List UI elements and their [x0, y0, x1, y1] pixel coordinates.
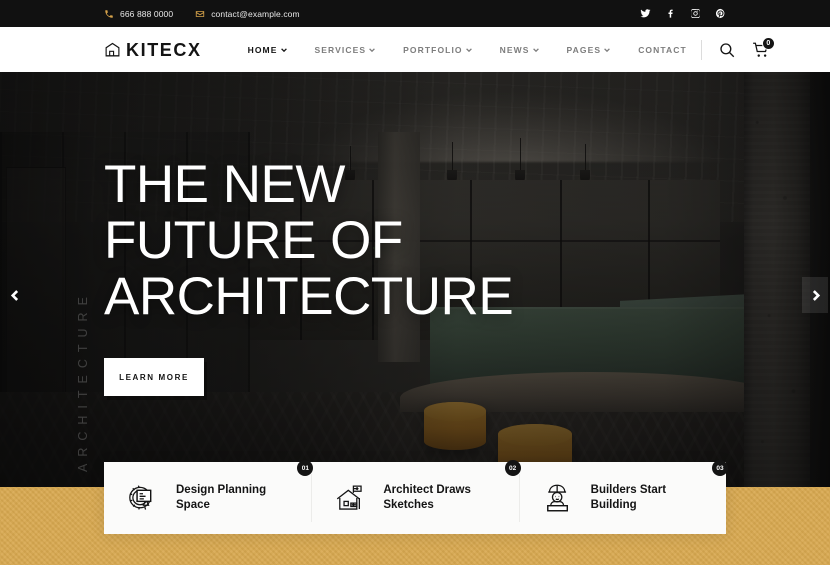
- feature-number-badge: 03: [711, 460, 728, 476]
- phone-contact[interactable]: 666 888 0000: [104, 9, 173, 19]
- house-sketch-icon: [333, 481, 371, 515]
- email-contact[interactable]: contact@example.com: [195, 8, 300, 19]
- building-house-icon: [104, 41, 121, 58]
- twitter-icon[interactable]: [640, 8, 651, 19]
- nav-label: HOME: [247, 44, 278, 55]
- primary-navigation: HOME SERVICES PORTFOLIO NEWS PAGES CONTA…: [234, 41, 701, 59]
- site-logo[interactable]: KITECX: [104, 41, 202, 59]
- landing-page: 666 888 0000 contact@example.com KITECX …: [0, 0, 830, 565]
- cart-count-badge: 0: [761, 36, 775, 50]
- hero-slider: ARCHITECTURE THE NEW FUTURE OF ARCHITECT…: [0, 72, 830, 492]
- feature-card-text: Architect Draws Sketches: [383, 483, 471, 513]
- hero-title-line-2: FUTURE OF: [104, 211, 403, 270]
- header-divider: [700, 39, 702, 60]
- top-info-bar: 666 888 0000 contact@example.com: [0, 0, 830, 27]
- nav-item-services[interactable]: SERVICES: [301, 41, 390, 59]
- nav-item-home[interactable]: HOME: [234, 41, 301, 59]
- gear-blueprint-icon: [126, 481, 164, 515]
- logo-text: KITECX: [126, 39, 202, 60]
- learn-more-button[interactable]: LEARN MORE: [104, 358, 204, 396]
- phone-icon: [104, 9, 114, 19]
- chevron-down-icon: [369, 47, 376, 53]
- email-address: contact@example.com: [211, 8, 300, 19]
- hero-title: THE NEW FUTURE OF ARCHITECTURE: [104, 155, 514, 326]
- hero-title-line-1: THE NEW: [104, 155, 345, 214]
- slider-next-button[interactable]: [802, 277, 828, 313]
- slider-prev-button[interactable]: [2, 277, 28, 313]
- nav-label: NEWS: [499, 44, 530, 55]
- feature-card-design-planning[interactable]: Design Planning Space 01: [104, 460, 314, 534]
- shopping-cart-icon[interactable]: 0: [752, 36, 775, 59]
- nav-item-pages[interactable]: PAGES: [553, 41, 625, 59]
- contact-info-group: 666 888 0000 contact@example.com: [104, 9, 300, 19]
- feature-cards-strip: Design Planning Space 01 Architect Draws…: [104, 460, 728, 534]
- feature-line-1: Architect Draws: [383, 484, 471, 496]
- nav-label: PAGES: [566, 44, 602, 55]
- instagram-icon[interactable]: [690, 8, 701, 19]
- feature-card-architect-sketches[interactable]: Architect Draws Sketches 02: [311, 460, 521, 534]
- social-links-group: [640, 8, 726, 19]
- chevron-down-icon: [280, 47, 287, 53]
- feature-line-2: Space: [176, 499, 210, 511]
- nav-label: SERVICES: [314, 44, 367, 55]
- nav-item-portfolio[interactable]: PORTFOLIO: [389, 41, 485, 59]
- feature-card-text: Design Planning Space: [176, 483, 266, 513]
- hero-side-label: ARCHITECTURE: [76, 290, 90, 472]
- pinterest-icon[interactable]: [715, 8, 726, 19]
- nav-item-news[interactable]: NEWS: [486, 41, 553, 59]
- chevron-down-icon: [532, 47, 539, 53]
- feature-line-2: Building: [590, 499, 637, 511]
- nav-label: PORTFOLIO: [403, 44, 463, 55]
- feature-line-1: Builders Start: [590, 484, 667, 496]
- chevron-down-icon: [465, 47, 472, 53]
- feature-card-builders-building[interactable]: Builders Start Building 03: [518, 460, 728, 534]
- envelope-icon: [195, 9, 205, 19]
- hero-content: THE NEW FUTURE OF ARCHITECTURE LEARN MOR…: [104, 155, 514, 396]
- chevron-down-icon: [604, 47, 611, 53]
- nav-item-contact[interactable]: CONTACT: [624, 41, 701, 59]
- builder-worker-icon: [541, 481, 579, 515]
- feature-line-2: Sketches: [383, 499, 434, 511]
- header-actions: 0: [700, 36, 775, 60]
- feature-line-1: Design Planning: [176, 484, 267, 496]
- feature-card-text: Builders Start Building: [591, 483, 666, 513]
- main-header: KITECX HOME SERVICES PORTFOLIO NEWS PAGE…: [0, 27, 830, 72]
- search-icon[interactable]: [718, 41, 736, 59]
- nav-label: CONTACT: [638, 44, 687, 55]
- hero-title-line-3: ARCHITECTURE: [104, 267, 514, 326]
- phone-number: 666 888 0000: [120, 8, 174, 19]
- facebook-icon[interactable]: [665, 8, 676, 19]
